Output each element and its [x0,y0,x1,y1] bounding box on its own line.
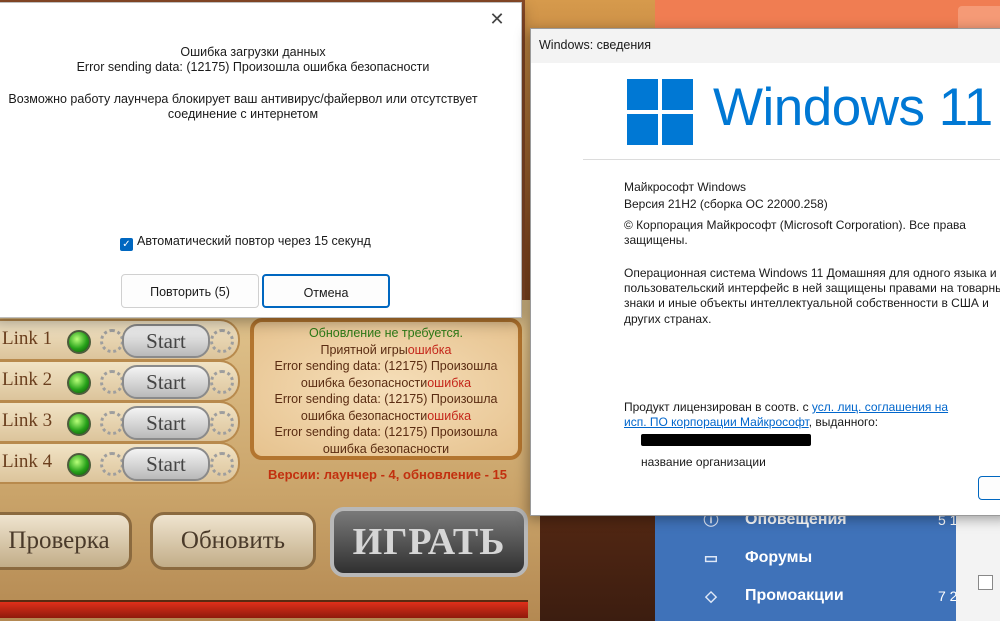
ok-button[interactable] [978,476,1000,500]
gear-icon [210,411,234,435]
divider [583,159,1000,160]
link-row-2: Link 2 Start [0,360,240,402]
auto-retry-label: Автоматический повтор через 15 секунд [137,234,371,248]
status-line: Приятной игрыошибка [320,342,452,357]
close-icon[interactable]: ✕ [487,9,507,29]
mail-folder-forums[interactable]: ▭ Форумы 13 [703,541,973,577]
update-button[interactable]: Обновить [150,512,316,570]
play-button[interactable]: ИГРАТЬ [330,507,528,577]
copyright-text-2: защищены. [624,233,688,247]
link-label: Link 4 [2,451,53,472]
progress-bar [0,600,528,618]
status-led-icon [67,412,91,436]
windows-wordmark: Windows 11 [713,78,993,137]
error-title: Ошибка загрузки данных [180,45,326,59]
gear-icon [210,370,234,394]
title-bar: Windows: сведения [531,29,1000,63]
status-line: Error sending data: (12175) Произошла [274,392,498,406]
cancel-button[interactable]: Отмена [262,274,390,308]
organization-name: название организации [641,455,766,469]
windows-logo-icon [627,79,693,145]
status-line: Error sending data: (12175) Произошла [274,359,498,373]
link-label: Link 3 [2,410,53,431]
version-text: Версия 21H2 (сборка ОС 22000.258) [624,197,828,211]
product-name: Майкрософт Windows [624,180,747,194]
start-button[interactable]: Start [122,406,210,440]
gear-icon [100,329,124,353]
check-button[interactable]: Проверка [0,512,132,570]
status-line: ошибка безопасностиошибка [300,375,472,390]
error-dialog: ✕ Ошибка загрузки данных Error sending d… [0,2,522,318]
gear-icon [210,452,234,476]
start-button[interactable]: Start [122,324,210,358]
mail-list-pane [956,515,1000,621]
error-hint-2: соединение с интернетом [167,107,319,121]
gear-icon [210,329,234,353]
link-label: Link 2 [2,369,53,390]
tag-icon: ◇ [705,588,717,605]
status-led-icon [67,371,91,395]
license-text-2: исп. ПО корпорации Майкрософт, выданного… [624,415,879,429]
mail-folder-label: Промоакции [745,587,844,604]
mail-folder-label: Форумы [745,549,813,566]
redacted-email [641,434,811,446]
about-windows-dialog: Windows: сведения Windows 11 Майкрософт … [530,28,1000,516]
status-led-icon [67,453,91,477]
status-line: ошибка безопасности [322,441,450,456]
link-row-3: Link 3 Start [0,401,240,443]
license-link[interactable]: усл. лиц. соглашения на [812,400,948,414]
status-line: ошибка безопасностиошибка [300,408,472,423]
start-button[interactable]: Start [122,447,210,481]
link-label: Link 1 [2,328,53,349]
gear-icon [100,452,124,476]
checkmark-icon[interactable]: ✓ [120,238,133,251]
status-led-icon [67,330,91,354]
window-title: Windows: сведения [539,38,651,52]
status-line: Обновление не требуется. [308,326,464,340]
license-link-2[interactable]: исп. ПО корпорации Майкрософт [624,415,809,429]
link-row-1: Link 1 Start [0,319,240,361]
gear-icon [100,370,124,394]
mail-folder-promotions[interactable]: ◇ Промоакции 7 213 [703,579,973,615]
retry-button[interactable]: Повторить (5) [121,274,259,308]
error-hint: Возможно работу лаунчера блокирует ваш а… [8,92,478,106]
error-detail: Error sending data: (12175) Произошла ош… [76,60,430,74]
status-log-panel: Обновление не требуется. Приятной игрыош… [250,318,522,460]
gear-icon [100,411,124,435]
version-info: Версии: лаунчер - 4, обновление - 15 [268,467,507,482]
chat-icon: ▭ [703,550,719,567]
description-line: других странах. [624,312,712,326]
status-line: Error sending data: (12175) Произошла [274,425,498,439]
auto-retry-checkbox[interactable]: ✓ Автоматический повтор через 15 секунд [120,234,371,251]
link-row-4: Link 4 Start [0,442,240,484]
mail-select-checkbox[interactable] [978,575,993,590]
description-line: знаки и иные объекты интеллектуальной со… [624,296,989,310]
start-button[interactable]: Start [122,365,210,399]
